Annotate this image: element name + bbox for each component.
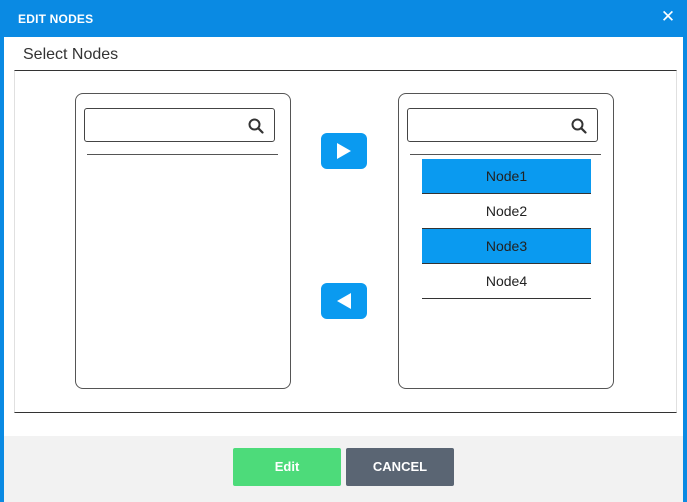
list-item[interactable]: Node4 [422,264,591,299]
dialog-title: EDIT NODES [18,12,94,26]
triangle-left-icon [337,293,351,309]
section-title: Select Nodes [23,46,119,63]
available-search-box[interactable] [84,108,275,142]
available-nodes-list [75,93,291,389]
dialog-footer: Edit CANCEL [4,436,683,502]
triangle-right-icon [337,143,351,159]
list-item[interactable]: Node1 [422,159,591,194]
selected-search-box[interactable] [407,108,598,142]
selected-nodes-items: Node1 Node2 Node3 Node4 [422,159,591,299]
selected-nodes-list: Node1 Node2 Node3 Node4 [398,93,614,389]
list-divider [87,154,278,155]
node-selection-panel: Node1 Node2 Node3 Node4 [14,70,677,413]
close-icon[interactable]: ✕ [659,8,677,26]
available-search-input[interactable] [89,113,239,137]
search-icon[interactable] [248,118,264,134]
edit-nodes-dialog: EDIT NODES ✕ Select Nodes Node1 Node2 No… [0,0,687,502]
list-divider [410,154,601,155]
edit-button[interactable]: Edit [233,448,341,486]
move-right-button[interactable] [321,133,367,169]
move-left-button[interactable] [321,283,367,319]
list-item[interactable]: Node2 [422,194,591,229]
search-icon[interactable] [571,118,587,134]
selected-search-input[interactable] [412,113,562,137]
cancel-button[interactable]: CANCEL [346,448,454,486]
list-item[interactable]: Node3 [422,229,591,264]
title-bar: EDIT NODES ✕ [0,0,687,37]
